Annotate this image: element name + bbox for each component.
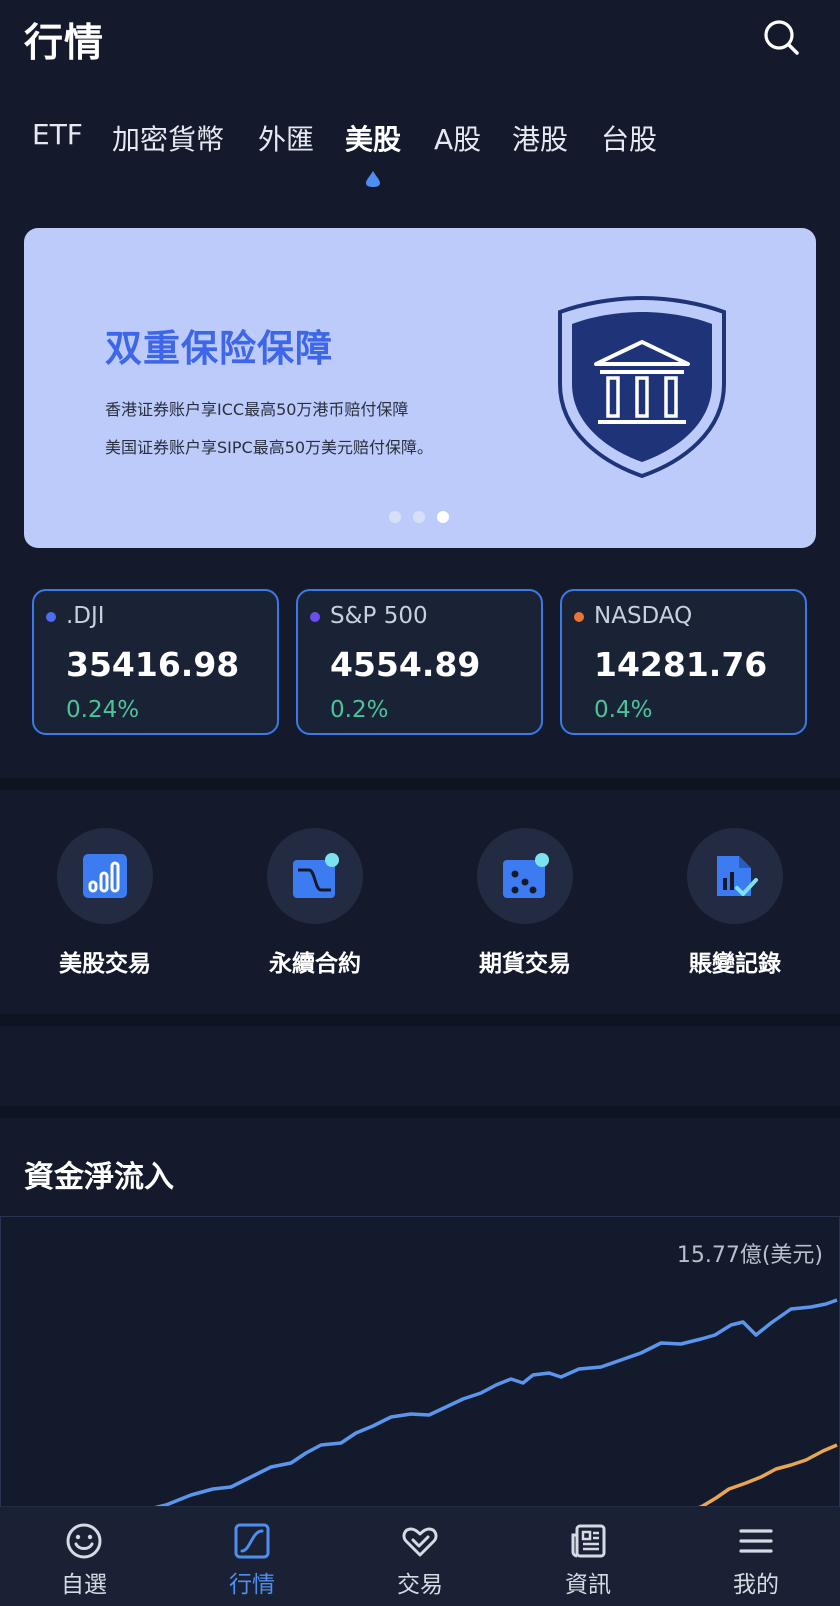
- banner-line-us: 美国证券账户享SIPC最高50万美元赔付保障。: [105, 438, 434, 457]
- banner-pagination: [389, 511, 459, 525]
- net-inflow-title: 資金淨流入: [24, 1160, 174, 1195]
- index-color-dot: [310, 612, 320, 622]
- news-icon: [571, 1524, 606, 1558]
- market-chart-icon: [234, 1523, 270, 1559]
- tab-us-stocks[interactable]: 美股: [345, 118, 401, 168]
- nav-label: 我的: [733, 1572, 779, 1598]
- section-divider: [0, 778, 840, 790]
- index-name: .DJI: [66, 603, 105, 629]
- section-divider: [0, 1014, 840, 1026]
- action-label: 賬變記錄: [689, 951, 781, 977]
- tab-forex[interactable]: 外匯: [258, 118, 314, 168]
- bank-shield-icon: [558, 295, 726, 479]
- market-page: 行情 ETF 加密貨幣 外匯 美股 A股 港股 台股 双重保险保障 香港证券账户…: [0, 0, 840, 1606]
- banner-dot-1[interactable]: [389, 511, 401, 523]
- document-check-icon: [717, 856, 758, 896]
- nav-trade[interactable]: 交易: [336, 1507, 504, 1606]
- series-line-blue: [120, 1298, 838, 1517]
- action-label: 永續合約: [269, 951, 361, 977]
- section-divider: [0, 1106, 840, 1118]
- nav-label: 行情: [229, 1572, 275, 1598]
- tab-hk-stocks[interactable]: 港股: [512, 118, 568, 168]
- bar-chart-icon: [83, 854, 127, 898]
- promo-banner[interactable]: 双重保险保障 香港证券账户享ICC最高50万港币赔付保障 美国证券账户享SIPC…: [24, 228, 816, 548]
- index-change: 0.2%: [330, 697, 389, 723]
- net-inflow-chart: 15.77億(美元): [0, 1216, 840, 1517]
- nav-watchlist[interactable]: 自選: [0, 1507, 168, 1606]
- tab-a-shares[interactable]: A股: [434, 118, 481, 168]
- page-title: 行情: [24, 21, 105, 66]
- banner-title: 双重保险保障: [105, 327, 333, 370]
- smile-icon: [66, 1523, 102, 1559]
- menu-icon: [739, 1529, 773, 1553]
- header: 行情: [0, 0, 840, 80]
- search-icon: [764, 20, 799, 55]
- action-label: 美股交易: [59, 951, 151, 977]
- index-name: S&P 500: [330, 603, 428, 629]
- bottom-nav: 自選 行情 交易 資訊 我的: [0, 1506, 840, 1606]
- action-icon-circle: [267, 828, 363, 924]
- index-card-dji[interactable]: .DJI 35416.98 0.24%: [32, 589, 279, 735]
- quick-actions: 美股交易 永續合約 期貨交易 賬變記錄: [0, 790, 840, 1014]
- action-perpetual-contract[interactable]: 永續合約: [234, 828, 394, 978]
- index-card-nasdaq[interactable]: NASDAQ 14281.76 0.4%: [560, 589, 807, 735]
- action-futures-trade[interactable]: 期貨交易: [444, 828, 604, 978]
- tab-etf[interactable]: ETF: [32, 118, 83, 168]
- active-tab-indicator: [366, 171, 380, 187]
- action-account-records[interactable]: 賬變記錄: [654, 828, 814, 978]
- index-name: NASDAQ: [594, 603, 693, 629]
- index-value: 35416.98: [66, 645, 240, 684]
- action-icon-circle: [687, 828, 783, 924]
- curve-chart-icon: [293, 853, 339, 898]
- search-button[interactable]: [760, 16, 804, 60]
- action-us-stock-trade[interactable]: 美股交易: [24, 828, 184, 978]
- nav-label: 自選: [61, 1572, 107, 1598]
- tab-tw-stocks[interactable]: 台股: [601, 118, 657, 168]
- action-icon-circle: [477, 828, 573, 924]
- nav-label: 資訊: [565, 1572, 611, 1598]
- dots-card-icon: [503, 853, 549, 898]
- nav-news[interactable]: 資訊: [504, 1507, 672, 1606]
- index-value: 14281.76: [594, 645, 768, 684]
- action-label: 期貨交易: [479, 951, 571, 977]
- index-color-dot: [574, 612, 584, 622]
- nav-label: 交易: [397, 1572, 443, 1598]
- action-icon-circle: [57, 828, 153, 924]
- index-card-sp500[interactable]: S&P 500 4554.89 0.2%: [296, 589, 543, 735]
- index-color-dot: [46, 612, 56, 622]
- index-value: 4554.89: [330, 645, 481, 684]
- chart-max-label: 15.77億(美元): [676, 1243, 823, 1268]
- nav-profile[interactable]: 我的: [672, 1507, 840, 1606]
- banner-dot-3[interactable]: [437, 511, 449, 523]
- tab-crypto[interactable]: 加密貨幣: [112, 118, 224, 168]
- handshake-icon: [402, 1527, 438, 1557]
- market-tabs: ETF 加密貨幣 外匯 美股 A股 港股 台股: [0, 118, 840, 198]
- nav-market[interactable]: 行情: [168, 1507, 336, 1606]
- banner-line-hk: 香港证券账户享ICC最高50万港币赔付保障: [105, 400, 409, 419]
- banner-dot-2[interactable]: [413, 511, 425, 523]
- index-change: 0.24%: [66, 697, 140, 723]
- index-change: 0.4%: [594, 697, 653, 723]
